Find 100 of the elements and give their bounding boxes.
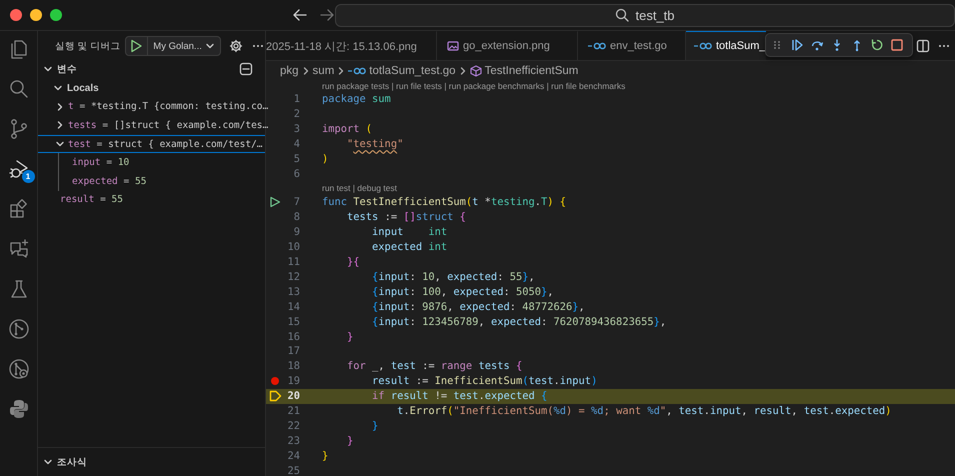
chat-icon[interactable] xyxy=(8,238,30,260)
scope-label[interactable]: Locals xyxy=(67,82,99,94)
start-debugging-icon[interactable] xyxy=(130,39,142,53)
caret-icon[interactable] xyxy=(204,41,215,51)
codelens-links[interactable]: run test | debug test xyxy=(322,183,397,194)
editor-tab[interactable]: go_extension.png xyxy=(437,31,578,60)
code-line: func TestInefficientSum(t *testing.T) { xyxy=(322,196,566,208)
breakpoint-icon[interactable] xyxy=(270,376,280,386)
code-line: ) xyxy=(322,153,328,166)
stop-icon[interactable] xyxy=(890,38,904,52)
launch-config-name[interactable]: My Golan... xyxy=(148,40,202,52)
chevron-icon[interactable] xyxy=(55,102,65,112)
panel-title: 실행 및 디버그 xyxy=(55,40,120,52)
breadcrumb-item[interactable]: TestInefficientSum xyxy=(484,64,578,76)
python-logo-icon[interactable] xyxy=(8,398,30,420)
cube-icon xyxy=(470,64,482,76)
code-line: for _, test := range tests { xyxy=(346,360,522,372)
variable-row[interactable]: test = struct { example.com/test/… xyxy=(38,134,265,154)
code-line: input int xyxy=(371,226,448,238)
variable-row[interactable]: expected = 55 xyxy=(39,172,265,191)
line-number: 22 xyxy=(286,420,300,432)
code-line: expected int xyxy=(371,240,448,253)
code-line: t.Errorf("InefficientSum(%d) = %d; want %d", test.input, result, test.expected) xyxy=(396,405,892,418)
line-number: 7 xyxy=(292,196,300,208)
restart-icon[interactable] xyxy=(870,38,884,52)
code-line: } xyxy=(371,420,378,432)
line-number: 19 xyxy=(286,375,300,388)
collapse-all-icon[interactable] xyxy=(239,62,253,76)
badge: 1 xyxy=(22,170,34,183)
code-line: package sum xyxy=(322,93,391,106)
variable-text: result = 55 xyxy=(60,194,123,206)
line-number: 2 xyxy=(292,108,300,120)
line-number: 6 xyxy=(292,168,300,180)
code-line: } xyxy=(346,330,354,343)
split-editor-icon[interactable] xyxy=(916,38,930,52)
variable-text: test = struct { example.com/test/… xyxy=(68,138,263,150)
chevron-icon[interactable] xyxy=(43,457,53,467)
line-number: 15 xyxy=(286,316,300,328)
code-line: tests := []struct { xyxy=(346,211,466,224)
variable-row[interactable]: input = 10 xyxy=(39,153,265,172)
code-line: {input: 100, expected: 5050}, xyxy=(371,286,554,298)
run-test-icon[interactable] xyxy=(269,196,281,208)
go-file-icon xyxy=(588,42,606,50)
code-line: import ( xyxy=(322,123,372,136)
section-title[interactable]: 조사식 xyxy=(57,456,87,468)
settings-icon[interactable] xyxy=(229,39,244,53)
image-file-icon xyxy=(447,40,459,52)
line-number: 24 xyxy=(286,450,300,462)
blocks-icon[interactable] xyxy=(8,198,30,220)
variable-text: tests = []struct { example.com/tes… xyxy=(68,120,268,131)
line-number: 4 xyxy=(292,138,300,150)
variable-row[interactable]: result = 55 xyxy=(38,190,265,210)
code-line: {input: 10, expected: 55}, xyxy=(371,270,535,283)
search-icon[interactable] xyxy=(8,78,30,100)
line-number: 13 xyxy=(286,286,300,298)
line-number: 14 xyxy=(286,300,300,313)
line-number: 20 xyxy=(286,390,300,402)
chevron-icon[interactable] xyxy=(43,64,53,74)
command-center[interactable]: test_tb xyxy=(335,4,955,26)
forward-arrow-icon[interactable] xyxy=(319,8,335,22)
minimize-button[interactable] xyxy=(30,9,42,21)
editor-tab[interactable]: totlaSum_ xyxy=(686,31,766,60)
git-graph-icon[interactable] xyxy=(8,318,30,340)
chevron-icon xyxy=(337,66,346,76)
line-number: 23 xyxy=(286,435,300,448)
line-number: 16 xyxy=(286,330,300,343)
breadcrumb-item[interactable]: pkg xyxy=(280,64,299,76)
back-arrow-icon[interactable] xyxy=(292,8,308,22)
line-number: 18 xyxy=(286,360,300,372)
codelens-links[interactable]: run package tests | run file tests | run package benchmarks | run file benchmarks xyxy=(322,80,626,90)
code-line: } xyxy=(322,450,328,462)
line-number: 5 xyxy=(292,153,300,166)
execution-pointer-icon xyxy=(268,390,282,402)
variable-text: t = *testing.T {common: testing.co… xyxy=(68,101,268,112)
code-line: result := InefficientSum(test.input) xyxy=(371,375,598,388)
zoom-button[interactable] xyxy=(50,9,62,21)
variable-text: input = 10 xyxy=(72,157,130,168)
close-button[interactable] xyxy=(10,9,22,21)
editor-tab[interactable]: 2025-11-18 시간: 15.13.06.png xyxy=(266,31,437,60)
chevron-icon xyxy=(302,66,310,76)
go-file-icon xyxy=(348,66,366,74)
line-number: 25 xyxy=(286,464,300,476)
line-number: 9 xyxy=(292,226,300,238)
section-title[interactable]: 변수 xyxy=(57,62,77,76)
breadcrumb-item[interactable]: totlaSum_test.go xyxy=(369,64,456,76)
chevron-icon[interactable] xyxy=(55,120,65,130)
bug-icon[interactable] xyxy=(8,158,30,180)
line-number: 17 xyxy=(286,345,300,358)
code-line: "testing" xyxy=(346,138,404,150)
breadcrumb-item[interactable]: sum xyxy=(312,64,334,76)
continue-icon[interactable] xyxy=(790,38,804,52)
launch-config-dropdown[interactable]: My Golan... xyxy=(125,36,222,56)
code-line: }{ xyxy=(346,256,360,268)
git-graph-icon[interactable] xyxy=(8,358,30,380)
line-number: 12 xyxy=(286,270,300,283)
line-number: 1 xyxy=(292,93,300,106)
line-number: 21 xyxy=(286,405,300,418)
line-number: 10 xyxy=(286,240,300,253)
variable-text: expected = 55 xyxy=(72,176,146,187)
line-number: 8 xyxy=(292,211,300,224)
